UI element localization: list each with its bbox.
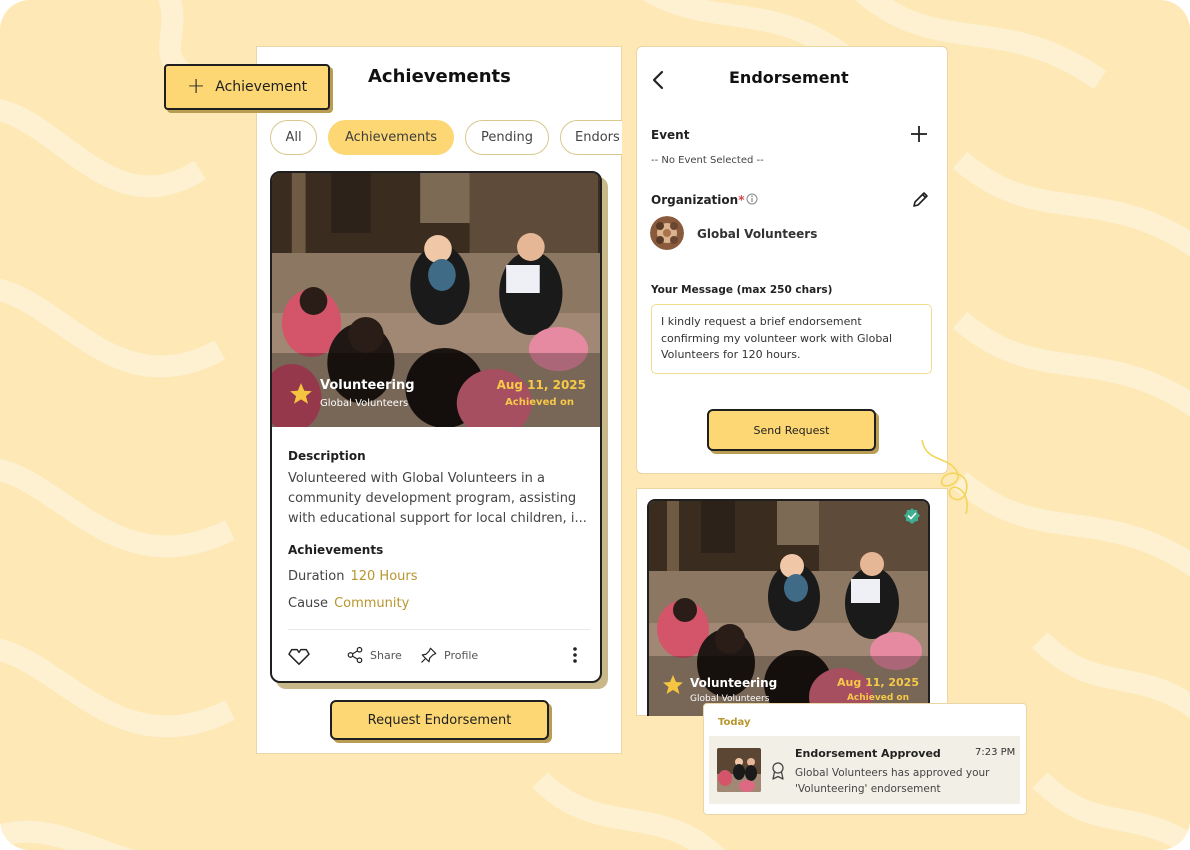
chip-pending[interactable]: Pending <box>465 120 549 155</box>
preview-date: Aug 11, 2025 <box>837 676 919 689</box>
organization-label-row: Organization* <box>651 193 744 207</box>
share-label: Share <box>370 648 402 662</box>
edit-icon[interactable] <box>912 190 930 208</box>
page-title: Achievements <box>368 66 511 87</box>
request-endorsement-button[interactable]: Request Endorsement <box>330 700 549 740</box>
share-icon <box>347 646 363 664</box>
like-button[interactable] <box>288 646 310 666</box>
back-icon[interactable] <box>652 70 664 90</box>
preview-photo: Volunteering Global Volunteers Aug 11, 2… <box>649 501 928 716</box>
ribbon-icon <box>772 762 784 780</box>
profile-button[interactable]: Profile <box>420 646 478 664</box>
add-achievement-label: Achievement <box>215 79 308 95</box>
description-text: Volunteered with Global Volunteers in a … <box>288 471 587 526</box>
plus-icon: + <box>186 74 206 99</box>
card-status: Achieved on <box>505 397 574 408</box>
organization-label: Organization <box>651 193 739 207</box>
message-label: Your Message (max 250 chars) <box>651 284 833 296</box>
duration-label: Duration <box>288 569 345 584</box>
card-actions: Share Profile <box>288 629 590 681</box>
message-input[interactable]: I kindly request a brief endorsement con… <box>651 304 932 374</box>
event-value[interactable]: -- No Event Selected -- <box>651 155 764 166</box>
chip-endorsements[interactable]: Endors <box>560 120 622 155</box>
endorsement-title: Endorsement <box>729 68 849 87</box>
verified-icon <box>904 508 920 524</box>
profile-label: Profile <box>444 648 479 662</box>
add-event-icon[interactable] <box>910 125 928 143</box>
add-achievement-button[interactable]: + Achievement <box>164 64 330 110</box>
card-body: Description Volunteered with Global Volu… <box>288 449 588 611</box>
event-label: Event <box>651 128 690 142</box>
filter-chips: All Achievements Pending Endors <box>270 120 622 158</box>
more-icon <box>573 647 577 663</box>
cause-value: Community <box>334 596 410 611</box>
chip-all[interactable]: All <box>270 120 317 155</box>
info-icon[interactable] <box>746 193 758 205</box>
description-label: Description <box>288 449 366 463</box>
card-date: Aug 11, 2025 <box>496 378 586 392</box>
organization-name: Global Volunteers <box>697 227 818 241</box>
organization-avatar <box>650 216 684 250</box>
send-request-button[interactable]: Send Request <box>707 409 876 451</box>
cause-label: Cause <box>288 596 329 611</box>
duration-row: Duration 120 Hours <box>288 569 588 584</box>
card-category: Volunteering <box>320 378 415 393</box>
heart-icon <box>288 648 310 665</box>
achievements-label: Achievements <box>288 543 384 557</box>
chip-achievements[interactable]: Achievements <box>328 120 454 155</box>
notification-section: Today <box>718 717 751 728</box>
duration-value: 120 Hours <box>350 569 418 584</box>
preview-card[interactable]: Volunteering Global Volunteers Aug 11, 2… <box>647 499 930 716</box>
notification-thumbnail <box>717 748 761 792</box>
required-marker: * <box>738 193 745 207</box>
card-organization: Global Volunteers <box>320 398 409 409</box>
cause-row: Cause Community <box>288 596 588 611</box>
notification-text: Global Volunteers has approved your 'Vol… <box>795 767 990 795</box>
notification-title: Endorsement Approved <box>795 747 941 760</box>
preview-status: Achieved on <box>847 693 909 703</box>
notification-time: 7:23 PM <box>975 747 1016 758</box>
star-icon <box>290 383 312 404</box>
achievement-card[interactable]: Volunteering Global Volunteers Aug 11, 2… <box>270 171 602 683</box>
pin-icon <box>421 647 437 663</box>
preview-category: Volunteering <box>690 676 777 690</box>
share-button[interactable]: Share <box>346 646 402 664</box>
more-button[interactable] <box>572 646 578 664</box>
